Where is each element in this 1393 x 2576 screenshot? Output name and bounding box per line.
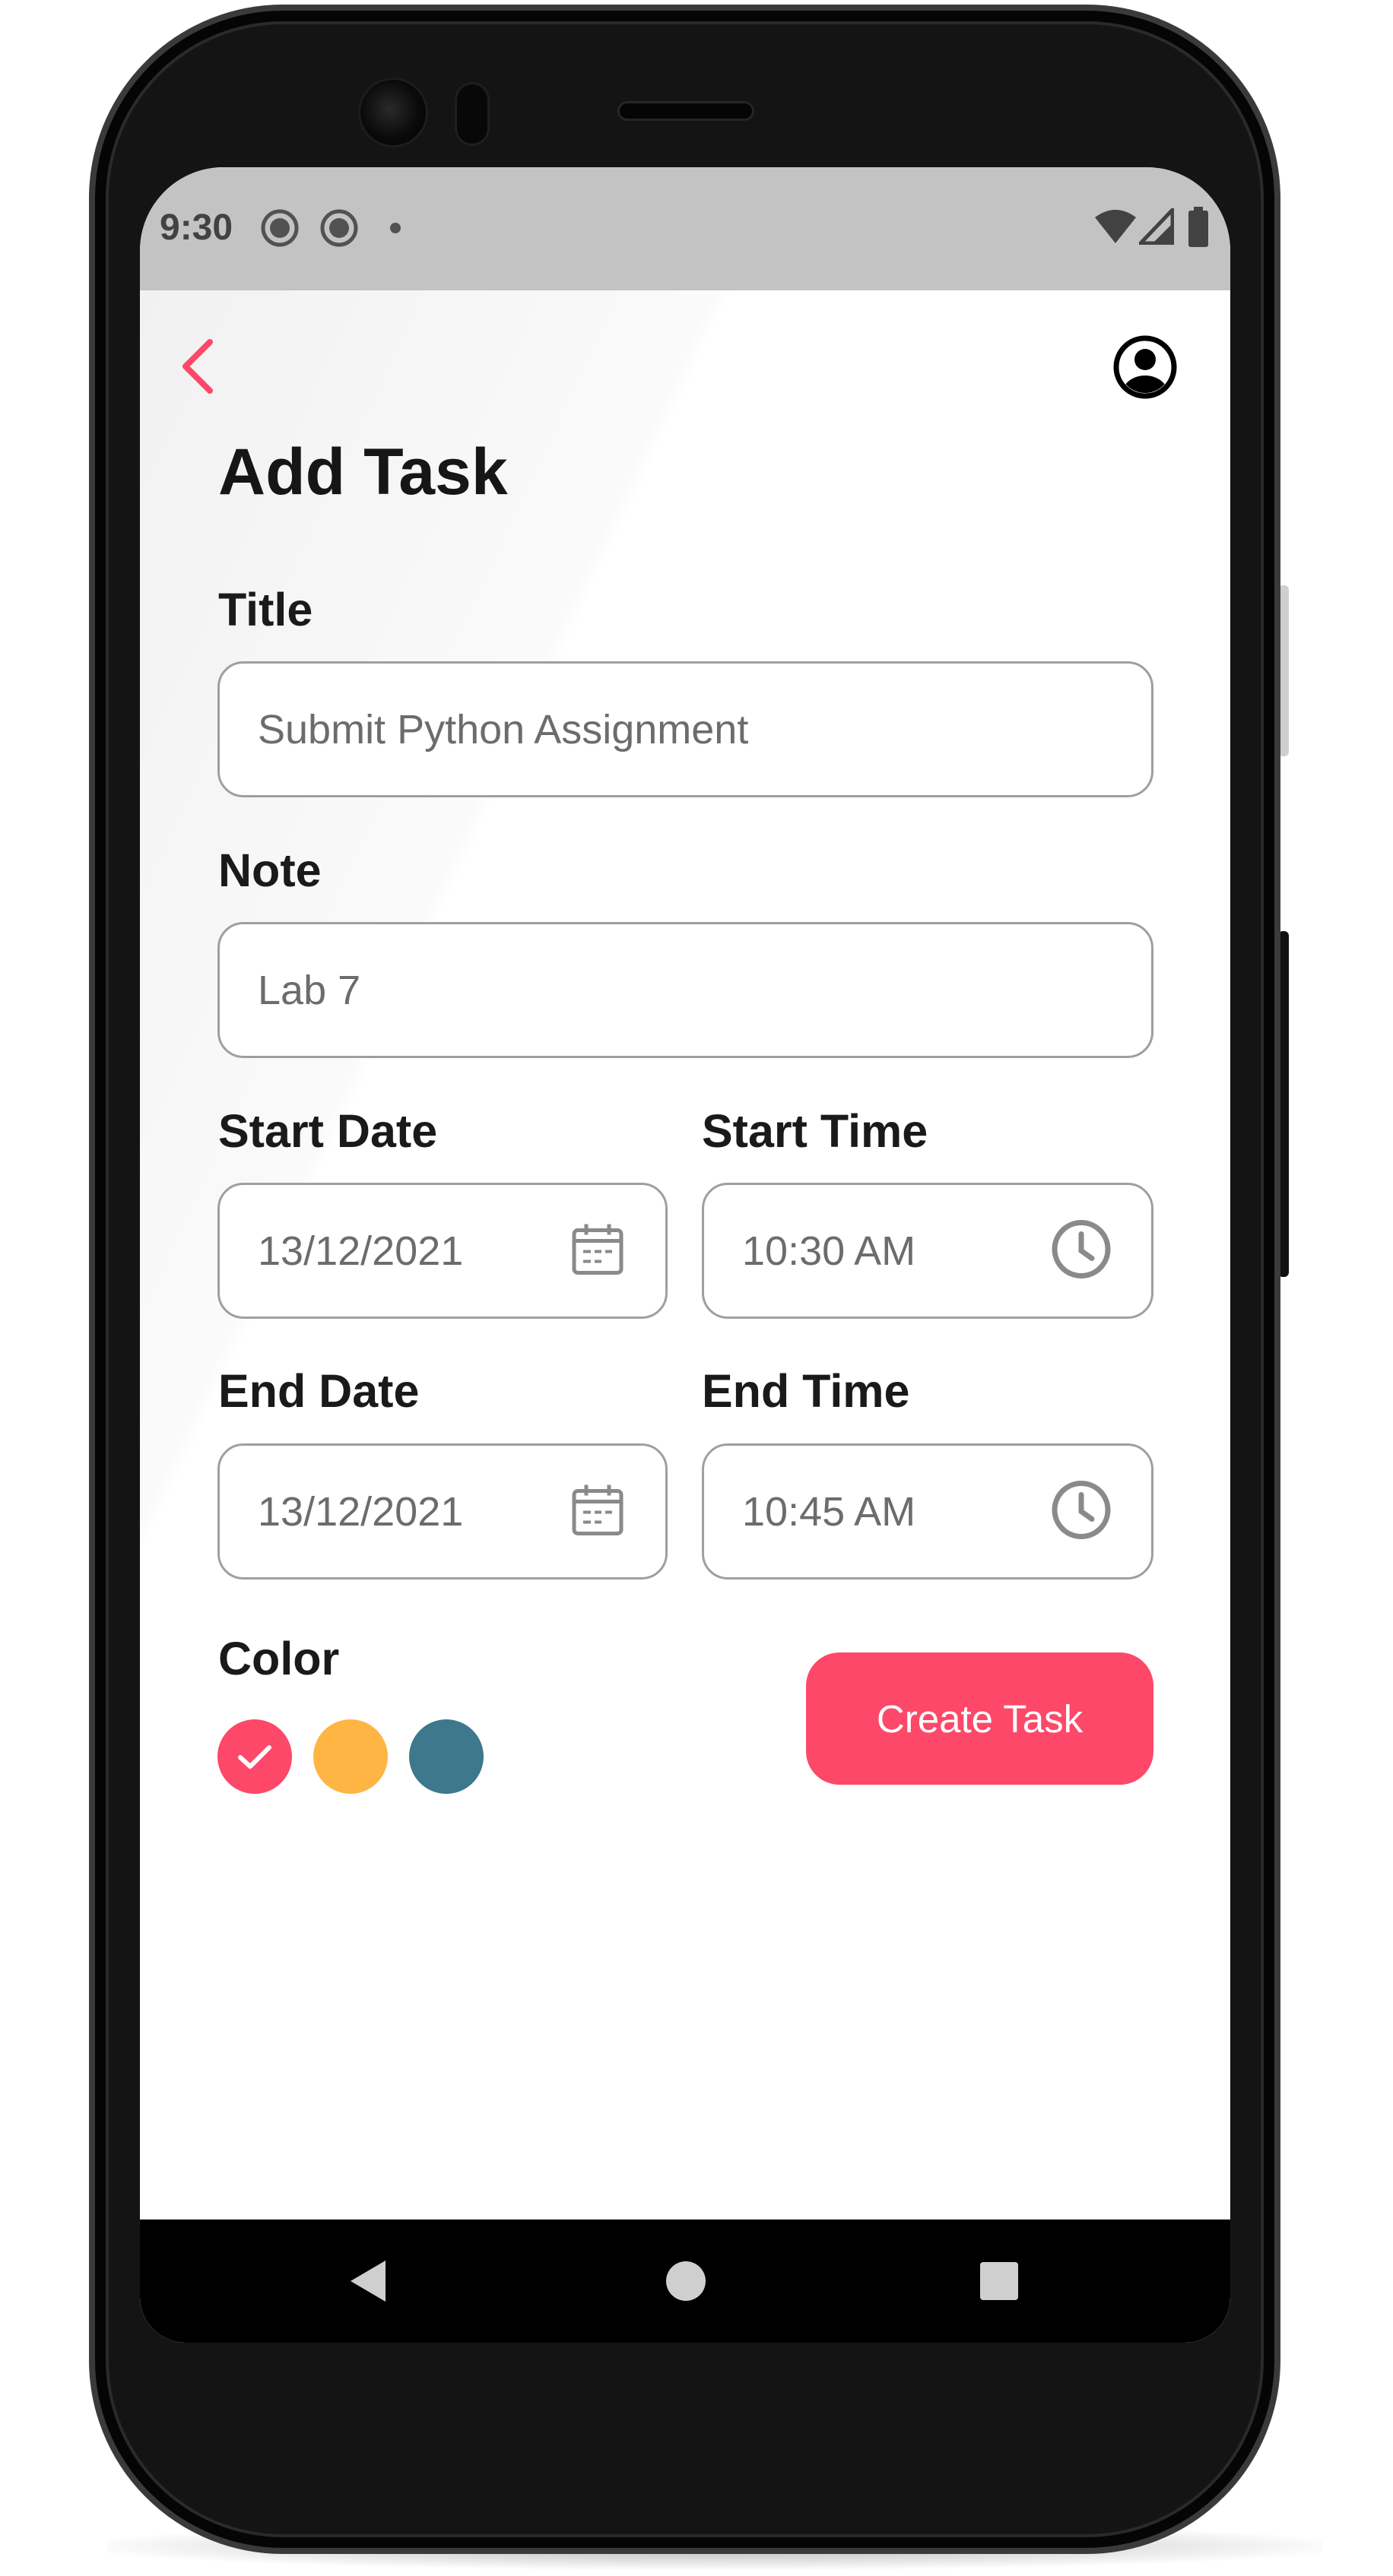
signal-icon: [1136, 204, 1175, 249]
back-button[interactable]: [175, 336, 221, 397]
color-swatch-orange[interactable]: [313, 1719, 388, 1794]
page-title: Add Task: [218, 436, 508, 509]
end-date-label: End Date: [218, 1365, 420, 1417]
profile-button[interactable]: [1112, 334, 1178, 400]
chevron-left-icon: [182, 339, 213, 394]
end-time-field[interactable]: 10:45 AM: [702, 1443, 1153, 1580]
end-date-value: 13/12/2021: [258, 1488, 464, 1535]
start-date-value: 13/12/2021: [258, 1228, 464, 1274]
color-label: Color: [218, 1633, 340, 1684]
end-time-label: End Time: [702, 1365, 910, 1417]
start-time-field[interactable]: 10:30 AM: [702, 1183, 1153, 1319]
proximity-sensor: [455, 82, 490, 146]
note-field[interactable]: Lab 7: [217, 922, 1153, 1058]
screen: 9:30 Add Task Title Submit Python Assign…: [140, 167, 1230, 2343]
color-swatch-teal[interactable]: [409, 1719, 484, 1794]
wifi-icon: [1093, 208, 1138, 249]
earpiece-speaker: [617, 101, 754, 121]
start-time-label: Start Time: [702, 1105, 928, 1157]
clock-icon[interactable]: [1051, 1479, 1112, 1544]
notification-icon: [319, 208, 359, 252]
notification-icon: [260, 208, 300, 252]
note-value: Lab 7: [258, 967, 361, 1013]
navigation-bar: [140, 2220, 1230, 2343]
back-triangle-icon[interactable]: [346, 2258, 389, 2308]
title-field[interactable]: Submit Python Assignment: [217, 661, 1153, 797]
start-time-value: 10:30 AM: [742, 1228, 916, 1274]
check-icon: [238, 1745, 271, 1769]
start-date-field[interactable]: 13/12/2021: [217, 1183, 668, 1319]
front-camera: [360, 80, 426, 145]
color-swatch-red[interactable]: [217, 1719, 292, 1794]
calendar-icon[interactable]: [570, 1481, 626, 1541]
home-circle-icon[interactable]: [665, 2260, 707, 2306]
note-label: Note: [218, 844, 322, 896]
clock-icon[interactable]: [1051, 1218, 1112, 1283]
create-task-button[interactable]: Create Task: [806, 1652, 1153, 1785]
dot-icon: [389, 222, 401, 238]
title-value: Submit Python Assignment: [258, 706, 749, 753]
end-time-value: 10:45 AM: [742, 1488, 916, 1535]
battery-icon: [1187, 207, 1210, 252]
start-date-label: Start Date: [218, 1105, 438, 1157]
status-time: 9:30: [160, 208, 233, 248]
status-bar: 9:30: [140, 167, 1230, 290]
calendar-icon[interactable]: [570, 1221, 626, 1281]
add-task-screen: Add Task Title Submit Python Assignment …: [140, 290, 1230, 2343]
account-circle-icon: [1113, 335, 1177, 399]
end-date-field[interactable]: 13/12/2021: [217, 1443, 668, 1580]
title-label: Title: [218, 584, 313, 635]
recents-square-icon[interactable]: [979, 2261, 1020, 2305]
